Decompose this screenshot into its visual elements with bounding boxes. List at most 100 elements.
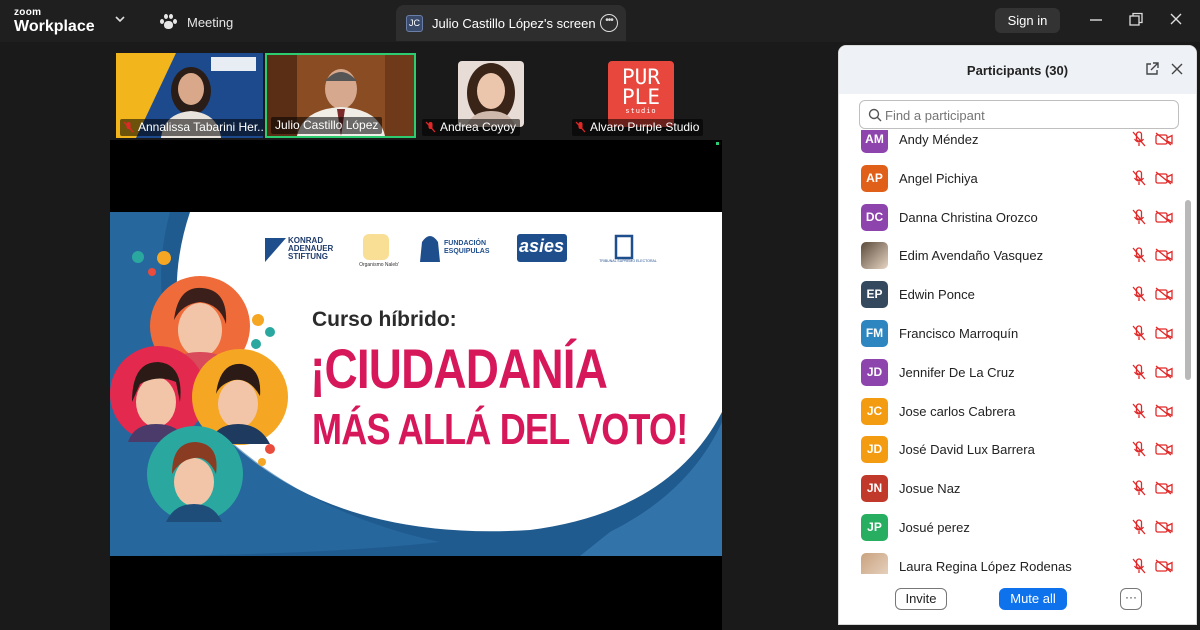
- mic-muted-icon[interactable]: [1132, 364, 1146, 380]
- participant-name: Alvaro Purple Studio: [590, 120, 700, 134]
- logo-esquipulas: FUNDACIÓN ESQUIPULAS: [444, 240, 490, 255]
- participant-row[interactable]: Laura Regina López Rodenas: [839, 547, 1184, 574]
- participant-row[interactable]: JD Jennifer De La Cruz: [839, 353, 1184, 391]
- mic-muted-icon[interactable]: [1132, 441, 1146, 457]
- participant-name: Laura Regina López Rodenas: [899, 558, 1072, 574]
- participant-row[interactable]: AM Andy Méndez: [839, 130, 1184, 158]
- participant-name: Jennifer De La Cruz: [899, 364, 1015, 380]
- tab-shared-screen[interactable]: JC Julio Castillo López's screen •••: [396, 5, 626, 41]
- restore-icon[interactable]: [1125, 10, 1147, 30]
- brand-line1: zoom: [14, 7, 42, 18]
- participant-name: Jose carlos Cabrera: [899, 403, 1016, 419]
- video-off-icon[interactable]: [1155, 171, 1173, 185]
- video-gallery-strip: Annalissa Tabarini Her... Julio Castillo…: [0, 42, 838, 140]
- participant-row[interactable]: Edim Avendaño Vasquez: [839, 236, 1184, 274]
- participant-avatar: FM: [861, 320, 888, 347]
- mic-muted-icon[interactable]: [1132, 402, 1146, 419]
- participant-name: Josué perez: [899, 520, 970, 535]
- mic-muted-icon[interactable]: [1132, 170, 1146, 186]
- participant-photo-avatar: [861, 552, 888, 574]
- logo-text-line2: PLE: [622, 85, 660, 109]
- studio-logo: PUR PLE studio: [608, 61, 674, 127]
- mic-muted-icon[interactable]: [1132, 286, 1146, 302]
- title-bar: zoom Workplace Meeting JC Julio Castillo…: [0, 0, 1200, 42]
- slide-subtitle: Curso híbrido:: [312, 308, 457, 331]
- mic-muted-icon[interactable]: [1132, 325, 1146, 341]
- participant-avatar: EP: [861, 281, 888, 309]
- participant-avatar: JN: [861, 475, 888, 503]
- video-off-icon[interactable]: [1155, 248, 1173, 262]
- mute-all-button[interactable]: Mute all: [999, 588, 1067, 610]
- slide-title-line2: MÁS ALLÁ DEL VOTO!: [312, 405, 688, 454]
- video-off-icon[interactable]: [1155, 365, 1173, 379]
- video-off-icon[interactable]: [1155, 520, 1173, 534]
- video-tile-active-speaker[interactable]: Julio Castillo López: [265, 53, 416, 138]
- video-off-icon[interactable]: [1155, 210, 1173, 224]
- participant-avatar: JD: [861, 358, 888, 386]
- shared-screen-view[interactable]: KONRAD ADENAUER STIFTUNG Organismo Naleb…: [110, 140, 722, 630]
- participants-panel: Participants (30) AM Andy Méndez AP Angel P…: [838, 45, 1197, 625]
- chevron-down-icon[interactable]: [113, 12, 127, 26]
- minimize-icon[interactable]: [1085, 10, 1107, 30]
- participant-name: Danna Christina Orozco: [899, 209, 1038, 225]
- slide-title-line1: ¡CIUDADANÍA: [310, 337, 608, 400]
- participant-name: Edwin Ponce: [899, 287, 975, 303]
- participant-name: Andy Méndez: [899, 132, 979, 147]
- participant-row[interactable]: JN Josue Naz: [839, 469, 1184, 507]
- sign-in-button[interactable]: Sign in: [995, 8, 1060, 33]
- participant-avatar: DC: [861, 203, 888, 231]
- participants-list: AM Andy Méndez AP Angel Pichiya DC Danna Chri…: [839, 130, 1184, 574]
- participant-photo-avatar: [861, 242, 888, 270]
- participants-scrollbar[interactable]: [1185, 130, 1191, 574]
- participant-row[interactable]: EP Edwin Ponce: [839, 275, 1184, 313]
- scrollbar-thumb[interactable]: [1185, 200, 1191, 380]
- screen-owner-badge: JC: [406, 14, 423, 32]
- video-tile[interactable]: Annalissa Tabarini Her...: [116, 53, 263, 138]
- video-off-icon[interactable]: [1155, 132, 1173, 146]
- participant-row[interactable]: FM Francisco Marroquín: [839, 314, 1184, 352]
- participant-row[interactable]: DC Danna Christina Orozco: [839, 198, 1184, 236]
- mic-muted-icon: [425, 121, 436, 133]
- participant-name: Edim Avendaño Vasquez: [899, 248, 1044, 264]
- search-icon: [868, 108, 882, 122]
- video-off-icon[interactable]: [1155, 287, 1173, 301]
- participant-name: Andrea Coyoy: [440, 120, 517, 134]
- participant-row[interactable]: AP Angel Pichiya: [839, 159, 1184, 197]
- more-options-button[interactable]: ···: [1120, 588, 1142, 610]
- participant-row[interactable]: JD José David Lux Barrera: [839, 430, 1184, 468]
- presentation-slide: KONRAD ADENAUER STIFTUNG Organismo Naleb…: [110, 212, 722, 556]
- invite-button[interactable]: Invite: [895, 588, 947, 610]
- participant-name: José David Lux Barrera: [899, 442, 1035, 458]
- participant-row[interactable]: JC Jose carlos Cabrera: [839, 392, 1184, 430]
- logo-text-line1: PUR: [622, 65, 660, 89]
- mic-muted-icon[interactable]: [1132, 247, 1146, 263]
- more-options-icon[interactable]: •••: [600, 14, 618, 32]
- tile-label: Julio Castillo López: [271, 117, 383, 134]
- mic-muted-icon[interactable]: [1132, 480, 1146, 496]
- video-off-icon[interactable]: [1155, 404, 1173, 418]
- close-icon[interactable]: [1165, 10, 1187, 30]
- participant-avatar: AP: [861, 164, 888, 192]
- search-input[interactable]: [885, 106, 1170, 124]
- mic-muted-icon[interactable]: [1132, 208, 1146, 225]
- logo-text-line3: studio: [625, 107, 657, 115]
- close-panel-icon[interactable]: [1169, 61, 1185, 77]
- mic-muted-icon[interactable]: [1132, 558, 1146, 574]
- video-off-icon[interactable]: [1155, 559, 1173, 573]
- video-off-icon[interactable]: [1155, 442, 1173, 456]
- mic-muted-icon[interactable]: [1132, 131, 1146, 147]
- participants-header: Participants (30): [839, 46, 1196, 94]
- participant-avatar: JD: [861, 436, 888, 464]
- tab-meeting-label: Meeting: [187, 14, 234, 30]
- participant-row[interactable]: JP Josué perez: [839, 508, 1184, 546]
- video-off-icon[interactable]: [1155, 326, 1173, 340]
- video-tile[interactable]: PUR PLE studio Alvaro Purple Studio: [568, 53, 718, 138]
- pop-out-icon[interactable]: [1144, 61, 1160, 77]
- participant-avatar: AM: [861, 130, 888, 153]
- mic-muted-icon[interactable]: [1132, 519, 1146, 535]
- participant-search-box[interactable]: [859, 100, 1179, 129]
- logo-naleb: Organismo Naleb': [359, 262, 399, 268]
- video-tile[interactable]: Andrea Coyoy: [418, 53, 566, 138]
- video-off-icon[interactable]: [1155, 481, 1173, 495]
- tab-meeting[interactable]: Meeting: [160, 8, 233, 36]
